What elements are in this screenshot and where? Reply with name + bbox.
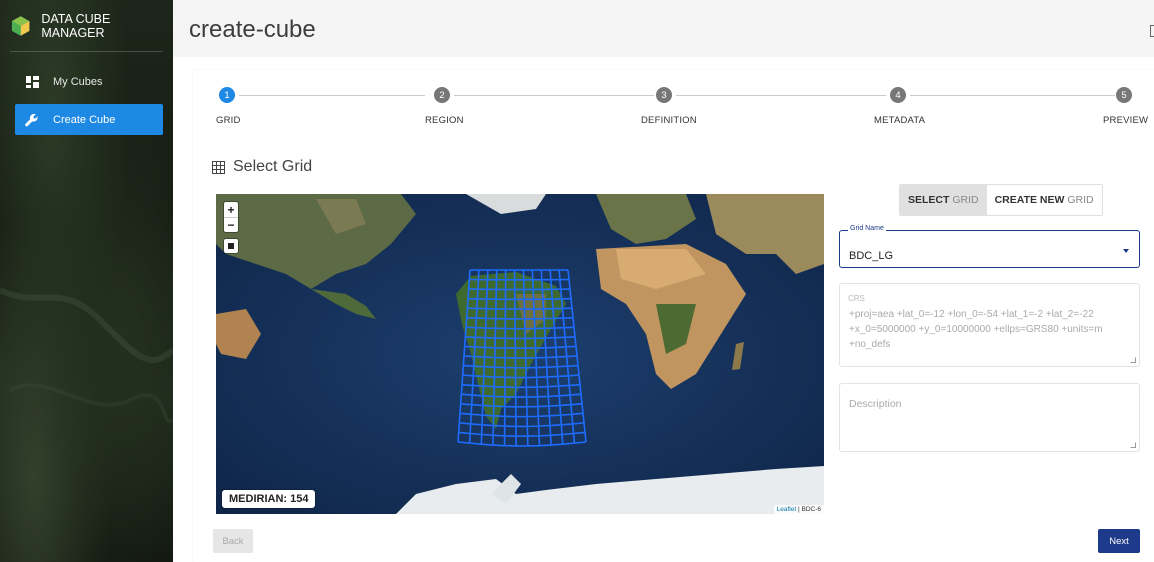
- map-attribution: Leaflet | BDC-6: [773, 505, 824, 514]
- grid-line: [464, 345, 577, 350]
- grid-line: [457, 441, 587, 447]
- sidebar: DATA CUBE MANAGER My Cubes Create Cube: [0, 0, 173, 562]
- step-label-definition[interactable]: DEFINITION: [641, 115, 697, 126]
- stepper-card: 1 2 3 4 5 GRID REGION DEFINITION METADAT…: [193, 70, 1154, 562]
- wrench-icon: [25, 113, 39, 127]
- sidebar-divider: [10, 51, 163, 52]
- section-title-text: Select Grid: [233, 158, 313, 175]
- grid-line: [461, 393, 582, 398]
- grid-line: [463, 355, 578, 359]
- grid-name-value: BDC_LG: [849, 250, 894, 262]
- grid-mode-toggle: SELECT GRID CREATE NEW GRID: [899, 184, 1103, 216]
- description-placeholder: Description: [849, 398, 902, 410]
- select-grid-button[interactable]: SELECT GRID: [900, 185, 987, 215]
- header: create-cube: [173, 0, 1154, 57]
- sidebar-item-create-cube[interactable]: Create Cube: [15, 104, 163, 135]
- description-field[interactable]: Description: [839, 383, 1140, 452]
- sidebar-item-label: Create Cube: [53, 113, 116, 126]
- grid-table-icon: [212, 160, 225, 174]
- grid-line: [465, 336, 576, 340]
- grid-line: [513, 269, 517, 446]
- select-grid-light: GRID: [952, 194, 979, 206]
- caret-down-icon: [1123, 249, 1129, 253]
- map-view[interactable]: + − MEDIRIAN: 154 Leaflet | BDC-6: [216, 194, 824, 514]
- crs-value: +proj=aea +lat_0=-12 +lon_0=-54 +lat_1=-…: [849, 309, 1103, 350]
- grid-line: [463, 364, 579, 369]
- cube-logo-icon: [11, 16, 30, 36]
- grid-line: [462, 374, 580, 379]
- grid-line: [466, 316, 574, 320]
- grid-line: [503, 269, 507, 446]
- sidebar-item-label: My Cubes: [53, 75, 103, 88]
- sidebar-item-my-cubes[interactable]: My Cubes: [15, 66, 163, 97]
- create-grid-light: GRID: [1067, 194, 1094, 206]
- zoom-in-button[interactable]: +: [224, 202, 238, 217]
- step-connector: [910, 95, 1115, 96]
- grid-line: [467, 307, 573, 310]
- step-label-grid[interactable]: GRID: [216, 115, 241, 126]
- step-connector: [454, 95, 654, 96]
- step-3-indicator[interactable]: 3: [656, 87, 672, 103]
- dashboard-icon: [25, 75, 39, 89]
- square-icon: [228, 243, 234, 249]
- grid-line: [459, 422, 585, 428]
- create-grid-bold: CREATE NEW: [994, 194, 1065, 206]
- resize-handle-icon[interactable]: [1130, 357, 1136, 363]
- grid-overlay[interactable]: [216, 194, 824, 514]
- grid-name-label: Grid Name: [848, 225, 886, 232]
- step-label-preview[interactable]: PREVIEW: [1103, 115, 1148, 126]
- step-1-indicator[interactable]: 1: [219, 87, 235, 103]
- next-button[interactable]: Next: [1098, 529, 1140, 553]
- fullscreen-icon[interactable]: [1150, 25, 1154, 37]
- attribution-source: BDC-6: [801, 506, 821, 513]
- grid-line: [467, 297, 572, 301]
- grid-line: [461, 383, 581, 389]
- app-title: DATA CUBE MANAGER: [41, 12, 111, 40]
- step-2-indicator[interactable]: 2: [434, 87, 450, 103]
- section-title: Select Grid: [212, 158, 312, 176]
- brand[interactable]: DATA CUBE MANAGER: [10, 12, 173, 40]
- zoom-out-button[interactable]: −: [224, 217, 238, 232]
- app-root: DATA CUBE MANAGER My Cubes Create Cube c…: [0, 0, 1154, 562]
- step-4-indicator[interactable]: 4: [890, 87, 906, 103]
- step-connector: [239, 95, 425, 96]
- select-grid-bold: SELECT: [908, 194, 950, 206]
- grid-line: [458, 431, 586, 437]
- step-label-region[interactable]: REGION: [425, 115, 464, 126]
- back-button[interactable]: Back: [213, 529, 253, 553]
- grid-line: [465, 326, 575, 330]
- meridian-label: MEDIRIAN: 154: [222, 490, 316, 508]
- grid-line: [459, 412, 584, 418]
- crs-label: CRS: [848, 294, 865, 303]
- grid-line: [460, 402, 583, 408]
- zoom-control: + −: [224, 202, 238, 232]
- sidebar-background-texture: [0, 287, 173, 424]
- step-label-metadata[interactable]: METADATA: [874, 115, 925, 126]
- page-title: create-cube: [189, 16, 316, 43]
- draw-rectangle-button[interactable]: [224, 239, 238, 253]
- create-new-grid-button[interactable]: CREATE NEW GRID: [987, 185, 1102, 215]
- grid-name-select[interactable]: Grid Name BDC_LG: [839, 225, 1140, 268]
- step-5-indicator[interactable]: 5: [1116, 87, 1132, 103]
- crs-field[interactable]: CRS +proj=aea +lat_0=-12 +lon_0=-54 +lat…: [839, 283, 1140, 367]
- leaflet-link[interactable]: Leaflet: [777, 506, 797, 513]
- resize-handle-icon[interactable]: [1130, 442, 1136, 448]
- step-connector: [676, 95, 886, 96]
